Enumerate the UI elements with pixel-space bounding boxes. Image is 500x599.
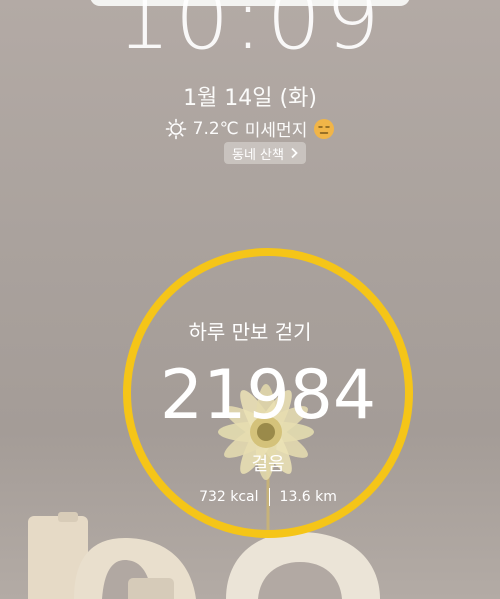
sun-icon [165,118,186,139]
step-widget-title: 하루 만보 걷기 [188,320,312,344]
weather-row[interactable]: 7.2℃ 미세먼지 [0,116,500,141]
stats-divider [268,488,270,506]
unhappy-face-icon [314,118,335,139]
lock-screen: 10:09 1월 14일 (화) 7.2℃ 미세먼지 동네 산책 하루 만보 걷… [0,0,500,599]
calories: 732 kcal [199,489,259,505]
date-label: 1월 14일 (화) [183,86,317,111]
neighborhood-walk-label: 동네 산책 [232,147,284,163]
step-unit: 걸음 [251,454,285,475]
step-stats: 732 kcal 13.6 km [0,488,500,506]
temperature: 7.2℃ [192,118,239,139]
distance: 13.6 km [279,489,337,505]
neighborhood-walk-button[interactable]: 동네 산책 [224,142,306,164]
dust-label: 미세먼지 [244,121,308,141]
bottle [128,578,174,599]
chevron-right-icon [291,147,298,159]
step-count: 21984 [159,356,377,435]
clock-time: 10:09 [116,0,384,69]
